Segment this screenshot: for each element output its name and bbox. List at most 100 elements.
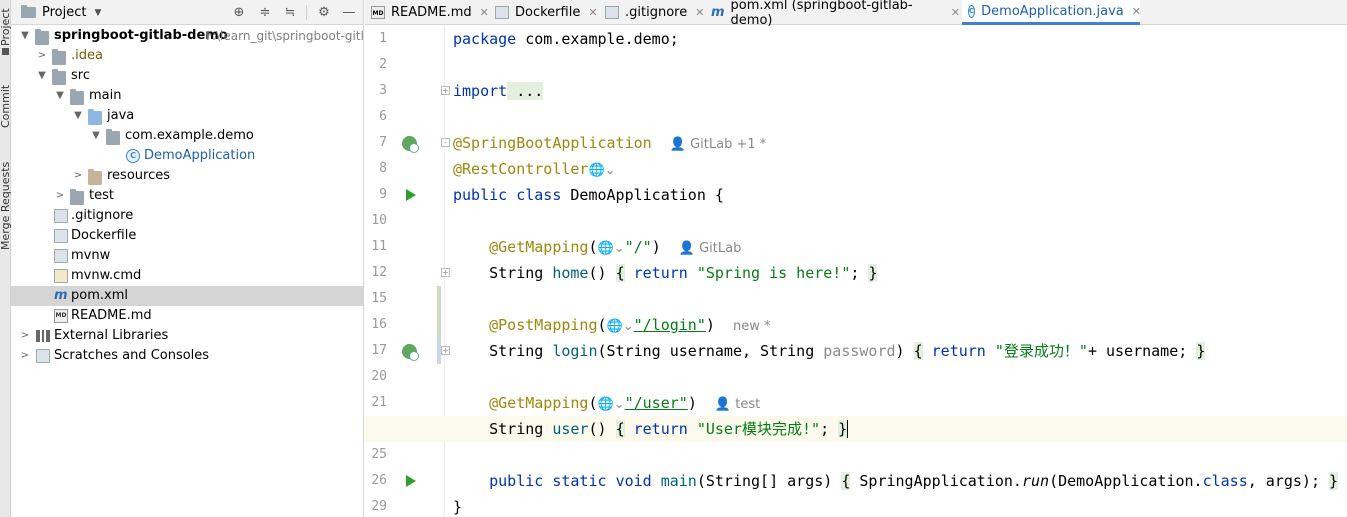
collapse-all-icon[interactable]: ≒: [282, 4, 298, 20]
tree-item-main[interactable]: ▼ main: [11, 86, 364, 106]
line-number: 20: [371, 369, 387, 384]
code-line: @SpringBootApplication 👤 GitLab +1 *: [453, 134, 767, 152]
tree-item-demoapplication[interactable]: C DemoApplication: [11, 146, 364, 166]
close-icon[interactable]: ✕: [695, 6, 704, 19]
tab-gitignore[interactable]: .gitignore ✕: [599, 0, 705, 25]
chevron-down-icon[interactable]: ▼: [36, 66, 48, 86]
code-line: @PostMapping(🌐⌄"/login") new *: [489, 316, 771, 334]
tree-item-readme[interactable]: MD README.md: [11, 306, 364, 326]
author-hint[interactable]: 👤 GitLab +1 *: [670, 137, 767, 152]
minimize-icon[interactable]: —: [341, 4, 357, 20]
project-view-selector[interactable]: Project ▼: [21, 5, 101, 20]
gear-file-icon: [54, 269, 68, 283]
left-tool-strip: Project Commit Merge Requests: [0, 0, 11, 517]
chevron-down-icon[interactable]: ▼: [54, 86, 66, 106]
tree-item-package[interactable]: ▼ com.example.demo: [11, 126, 364, 146]
tree-item-mvnw-cmd[interactable]: mvnw.cmd: [11, 266, 364, 286]
web-endpoint-icon[interactable]: [402, 344, 419, 361]
tab-readme[interactable]: MD README.md ✕: [365, 0, 489, 25]
person-icon: 👤: [714, 397, 732, 412]
code-line: @RestController🌐⌄: [453, 160, 616, 178]
globe-icon[interactable]: 🌐⌄: [598, 397, 625, 412]
fold-plus-icon[interactable]: +: [441, 268, 450, 277]
project-panel-header: Project ▼ ⊕ ≑ ≒ ⚙ —: [11, 0, 363, 25]
line-number: 1: [379, 31, 387, 46]
folder-icon: [70, 189, 84, 205]
code-line: String home() { return "Spring is here!"…: [489, 264, 878, 282]
line-number: 11: [371, 239, 387, 254]
spring-bean-icon[interactable]: [402, 136, 419, 153]
chevron-down-icon[interactable]: ▼: [72, 106, 84, 126]
source-folder-icon: [88, 109, 102, 125]
line-number: 26: [371, 473, 387, 488]
gear-icon[interactable]: ⚙: [316, 4, 332, 20]
tab-demoapplication[interactable]: C DemoApplication.java ✕: [962, 0, 1141, 25]
run-icon[interactable]: [406, 475, 416, 487]
tree-item-mvnw[interactable]: mvnw: [11, 246, 364, 266]
close-icon[interactable]: ✕: [480, 6, 489, 19]
globe-icon[interactable]: 🌐⌄: [607, 319, 634, 334]
chevron-right-icon[interactable]: >: [36, 46, 48, 66]
chevron-right-icon[interactable]: >: [54, 186, 66, 206]
tree-item-label: Scratches and Consoles: [54, 348, 210, 363]
globe-icon[interactable]: 🌐⌄: [588, 163, 615, 178]
author-hint[interactable]: 👤 GitLab: [679, 241, 742, 256]
globe-icon[interactable]: 🌐⌄: [598, 241, 625, 256]
tree-item-external-libraries[interactable]: > External Libraries: [11, 326, 364, 346]
code-line: @GetMapping(🌐⌄"/user") 👤 test: [489, 394, 761, 412]
tree-item-resources[interactable]: > resources: [11, 166, 364, 186]
tab-pom-xml[interactable]: m pom.xml (springboot-gitlab-demo) ✕: [705, 0, 960, 28]
merge-requests-tab-label: Merge Requests: [0, 161, 11, 250]
tree-item-scratches[interactable]: > Scratches and Consoles: [11, 346, 364, 366]
markdown-icon: MD: [371, 6, 385, 19]
person-icon: 👤: [678, 241, 695, 256]
folded-imports[interactable]: ...: [507, 82, 544, 100]
maven-icon: m: [54, 288, 68, 303]
tree-item-java[interactable]: ▼ java: [11, 106, 364, 126]
line-number: 2: [379, 57, 387, 72]
commit-tool-tab-label: Commit: [0, 84, 11, 128]
expand-all-icon[interactable]: ≑: [257, 4, 273, 20]
tab-label: DemoApplication.java: [981, 3, 1124, 19]
tree-item-idea[interactable]: > .idea: [11, 46, 364, 66]
vcs-added-marker[interactable]: [437, 312, 441, 338]
chevron-right-icon[interactable]: >: [72, 166, 84, 186]
fold-plus-icon[interactable]: +: [441, 346, 450, 355]
fold-plus-icon[interactable]: +: [441, 86, 450, 95]
vcs-added-marker[interactable]: [437, 286, 441, 312]
tree-item-project-root[interactable]: ▼ springboot-gitlab-demo F:\learn_git\sp…: [11, 26, 364, 46]
author-hint[interactable]: new *: [733, 319, 771, 334]
project-panel-title: Project: [42, 5, 87, 20]
folder-icon: [52, 49, 66, 65]
code-line: }: [453, 498, 463, 516]
tree-item-test[interactable]: > test: [11, 186, 364, 206]
close-icon[interactable]: ✕: [588, 6, 597, 19]
chevron-right-icon[interactable]: >: [19, 346, 31, 366]
current-code-line: String user() { return "User模块完成!"; }: [365, 416, 1347, 442]
tab-dockerfile[interactable]: Dockerfile ✕: [489, 0, 599, 25]
tree-item-src[interactable]: ▼ src: [11, 66, 364, 86]
ide-window: Project Commit Merge Requests Project ▼ …: [0, 0, 1347, 517]
tree-item-label: External Libraries: [54, 328, 169, 343]
editor-tab-bar: MD README.md ✕ Dockerfile ✕ .gitignore ✕ m …: [365, 0, 1347, 28]
run-icon[interactable]: [406, 189, 416, 201]
chevron-right-icon[interactable]: >: [19, 326, 31, 346]
tree-item-label: pom.xml: [71, 288, 128, 303]
fold-minus-icon[interactable]: -: [441, 138, 450, 147]
tree-item-gitignore[interactable]: .gitignore: [11, 206, 364, 226]
close-icon[interactable]: ✕: [951, 6, 960, 19]
chevron-down-icon[interactable]: ▼: [90, 126, 102, 146]
close-icon[interactable]: ✕: [1132, 5, 1141, 18]
chevron-down-icon[interactable]: ▼: [19, 26, 31, 46]
tree-item-dockerfile[interactable]: Dockerfile: [11, 226, 364, 246]
code-editor[interactable]: 1 2 3 + 6 7 - 8 9 10 11 12 + 15 16 17 + 20 2…: [365, 26, 1347, 517]
spring-boot-class-icon: C: [126, 149, 140, 163]
line-number: 29: [371, 499, 387, 514]
chevron-down-icon: ▼: [94, 7, 102, 18]
locate-icon[interactable]: ⊕: [231, 4, 247, 20]
code-line: package com.example.demo;: [453, 30, 679, 48]
line-number: 15: [371, 291, 387, 306]
tree-item-pom-xml[interactable]: m pom.xml: [11, 286, 364, 306]
author-hint[interactable]: 👤 test: [715, 397, 760, 412]
project-tool-tab-label: Project: [0, 8, 11, 46]
